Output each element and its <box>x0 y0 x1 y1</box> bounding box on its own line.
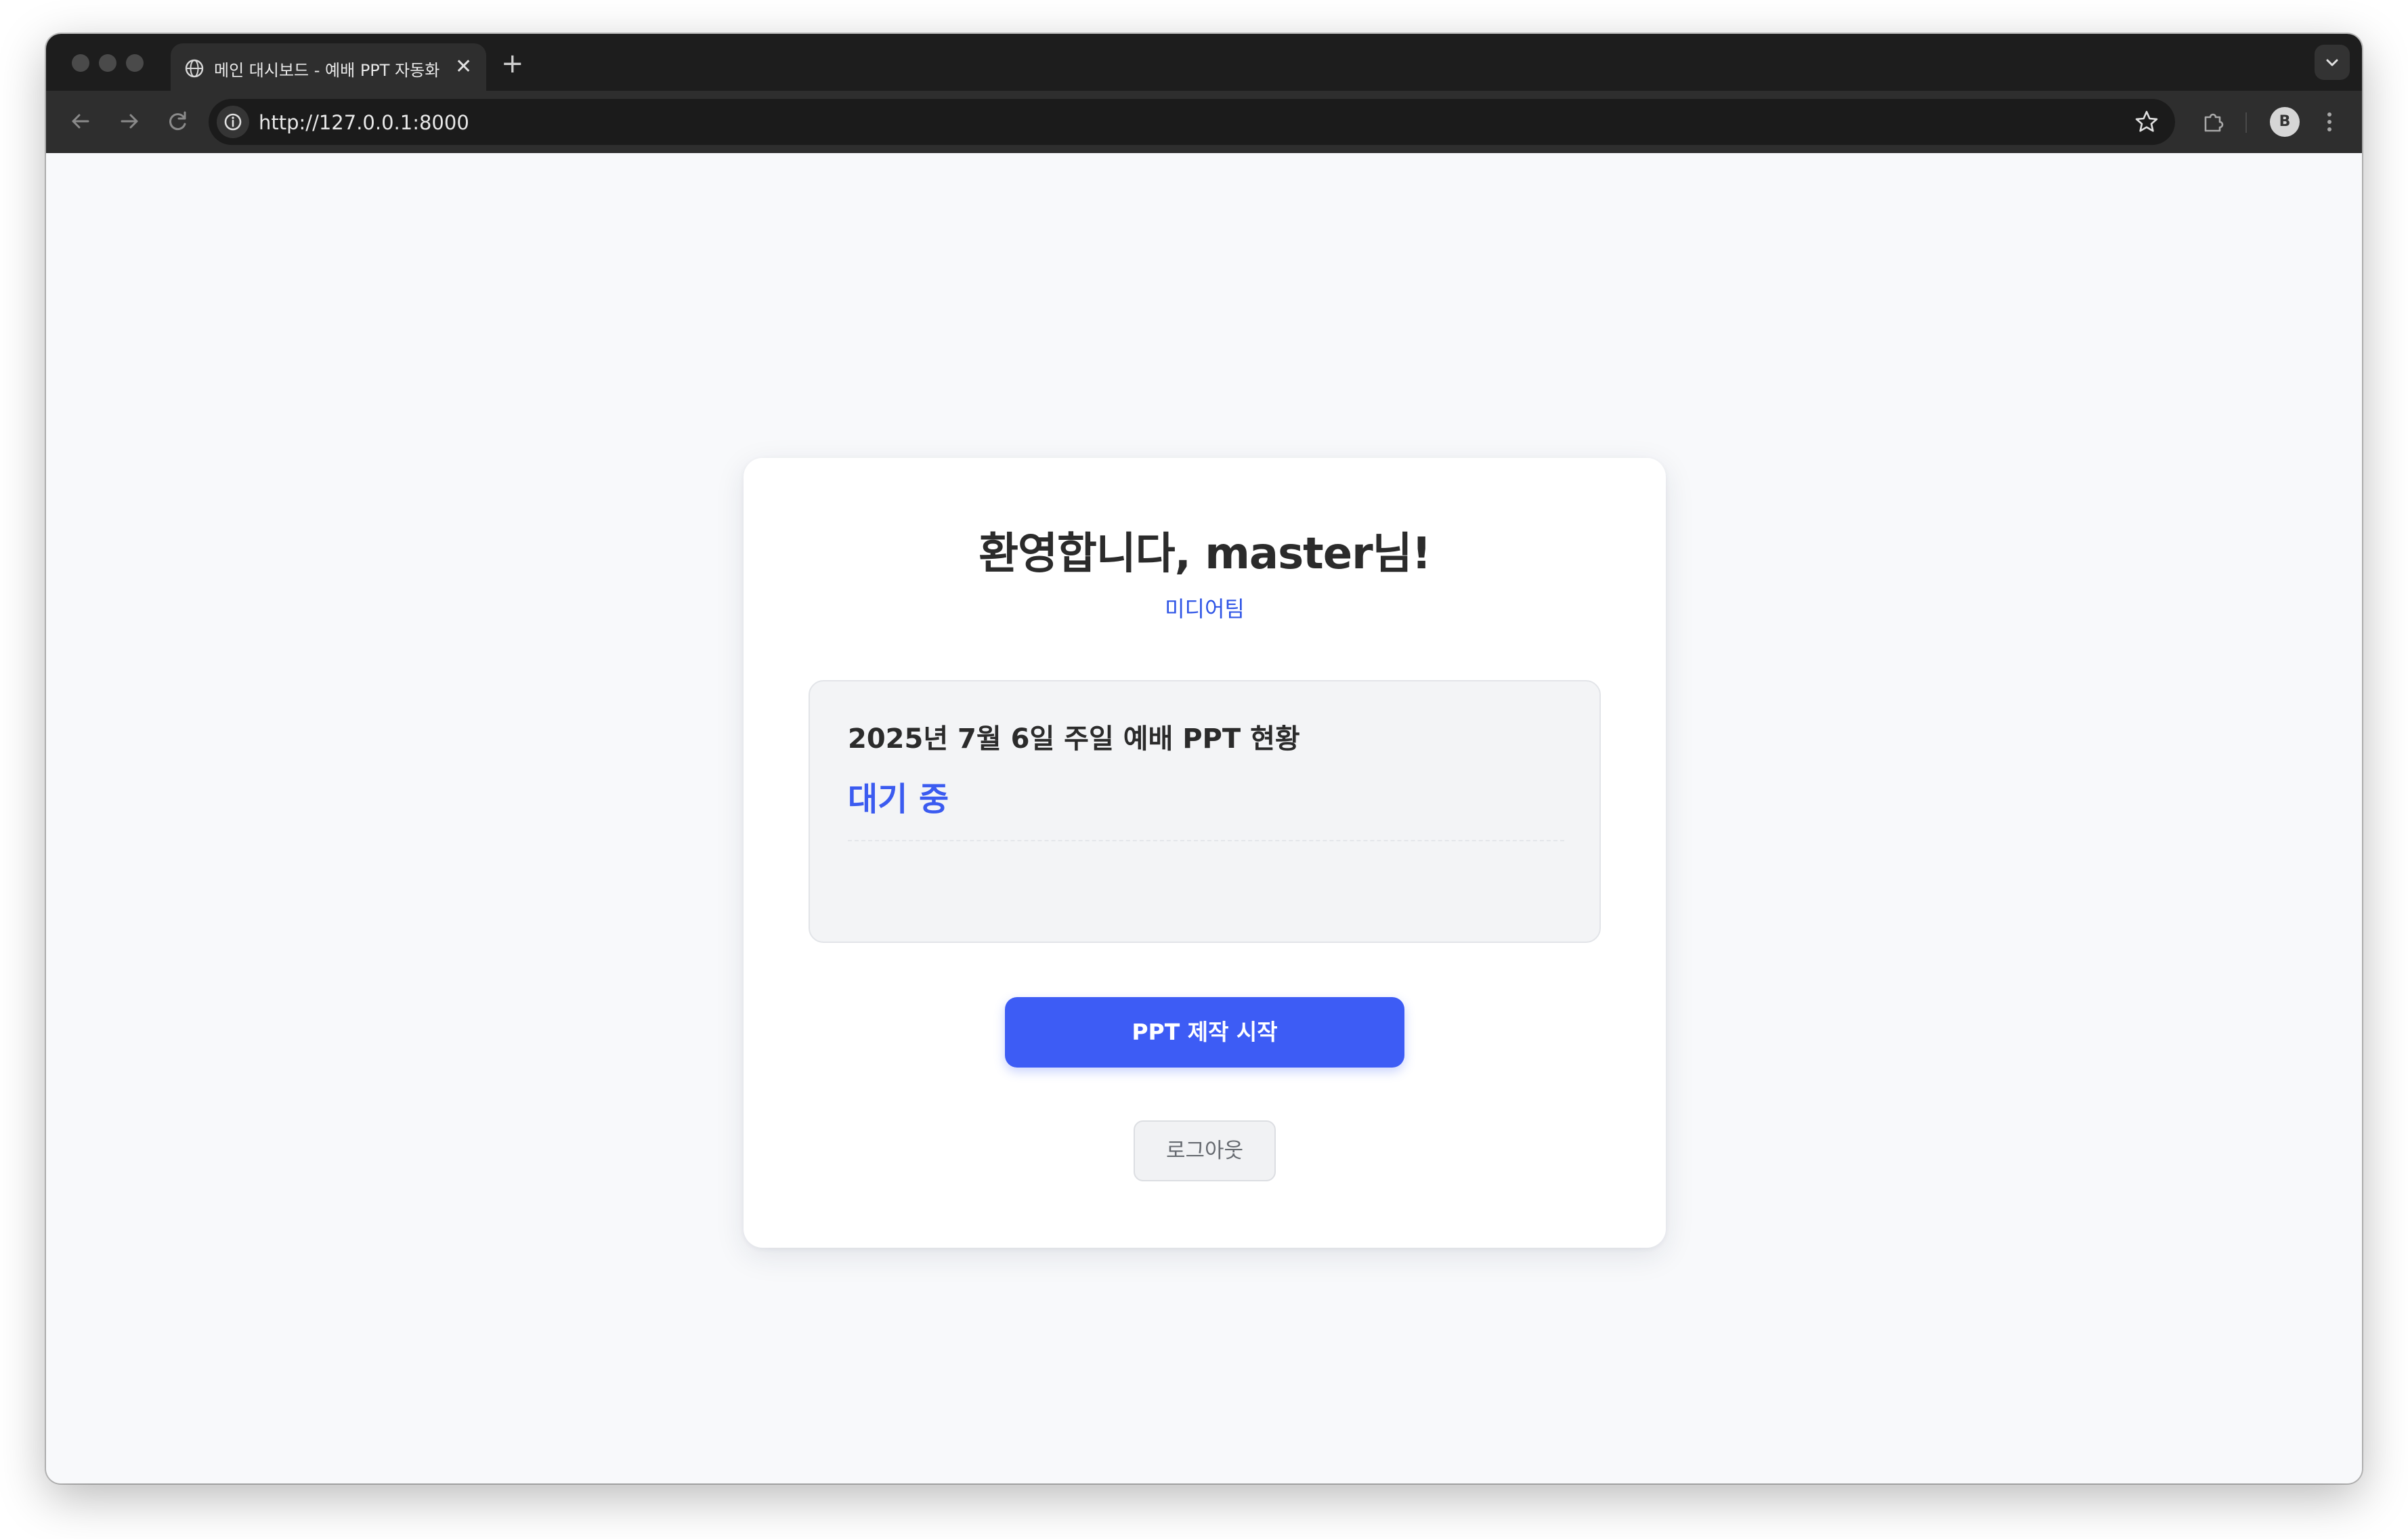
logout-button[interactable]: 로그아웃 <box>1134 1120 1276 1181</box>
back-arrow-icon[interactable] <box>64 104 98 138</box>
start-ppt-button[interactable]: PPT 제작 시작 <box>1005 997 1404 1068</box>
team-name: 미디어팀 <box>1165 596 1245 622</box>
status-badge: 대기 중 <box>848 780 949 818</box>
status-title: 2025년 7월 6일 주일 예배 PPT 현황 <box>848 723 1300 755</box>
forward-arrow-icon[interactable] <box>112 104 146 138</box>
chevron-down-icon <box>2326 59 2338 66</box>
tab-close-icon[interactable]: ✕ <box>455 56 472 79</box>
bookmark-star-icon[interactable] <box>2133 108 2160 135</box>
browser-window: 메인 대시보드 - 예배 PPT 자동화 ✕ + http://127.0.0.… <box>46 34 2362 1483</box>
tab-title: 메인 대시보드 - 예배 PPT 자동화 <box>214 61 440 80</box>
status-divider <box>848 840 1564 841</box>
info-icon <box>224 113 242 131</box>
dashboard-card: 환영합니다, master님! 미디어팀 2025년 7월 6일 주일 예배 P… <box>744 458 1666 1248</box>
browser-tab[interactable]: 메인 대시보드 - 예배 PPT 자동화 ✕ <box>171 43 486 91</box>
page-title: 환영합니다, master님! <box>979 529 1432 579</box>
globe-icon <box>185 59 204 78</box>
extensions-puzzle-icon[interactable] <box>2199 108 2227 135</box>
window-zoom-button[interactable] <box>126 54 144 72</box>
page-viewport: 환영합니다, master님! 미디어팀 2025년 7월 6일 주일 예배 P… <box>46 153 2362 1483</box>
tab-search-button[interactable] <box>2315 45 2350 80</box>
profile-avatar[interactable]: B <box>2270 107 2300 137</box>
ppt-status-panel: 2025년 7월 6일 주일 예배 PPT 현황 대기 중 <box>809 680 1601 943</box>
toolbar-separator <box>2245 112 2247 133</box>
site-info-button[interactable] <box>217 106 249 138</box>
tab-strip: 메인 대시보드 - 예배 PPT 자동화 ✕ + <box>46 34 2362 91</box>
reload-icon[interactable] <box>161 104 195 138</box>
browser-toolbar: http://127.0.0.1:8000 B <box>46 91 2362 153</box>
window-minimize-button[interactable] <box>99 54 116 72</box>
more-menu-icon[interactable] <box>2323 108 2336 135</box>
new-tab-button[interactable]: + <box>501 50 524 77</box>
url-text[interactable]: http://127.0.0.1:8000 <box>259 111 469 134</box>
address-bar[interactable]: http://127.0.0.1:8000 <box>209 99 2175 145</box>
window-close-button[interactable] <box>72 54 89 72</box>
